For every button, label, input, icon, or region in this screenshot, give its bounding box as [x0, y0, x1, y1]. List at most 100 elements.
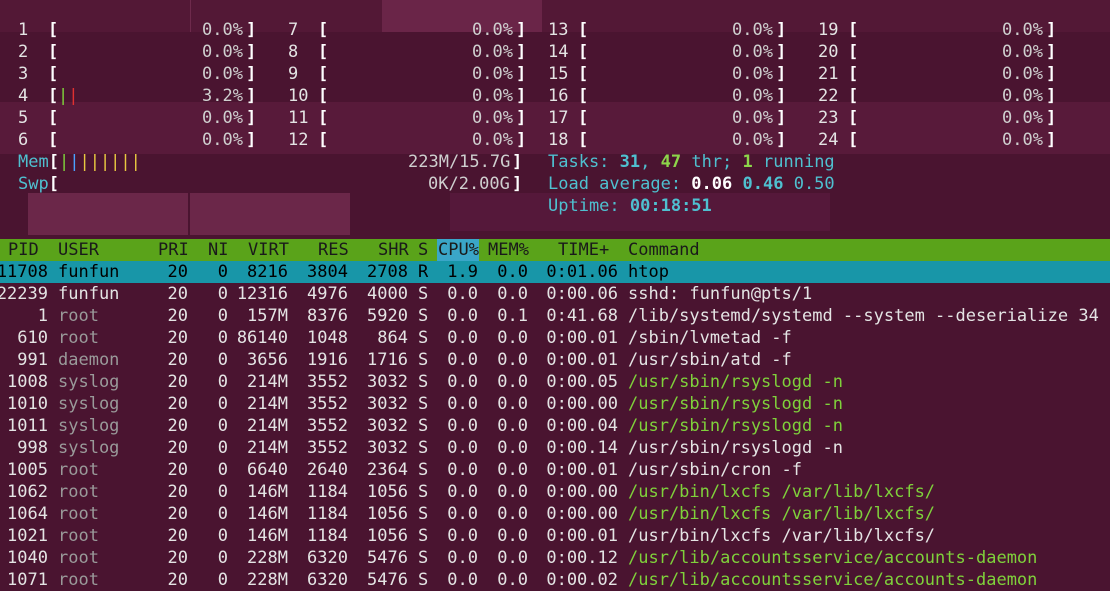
process-s: S [418, 394, 429, 414]
process-time: 0:00.06 [546, 284, 618, 304]
process-res: 3552 [307, 438, 348, 458]
cpu-percent: 0.0% [202, 64, 243, 84]
process-shr: 2364 [367, 460, 408, 480]
process-ni: 0 [217, 306, 228, 326]
cpu-bracket-open: [ [848, 20, 859, 40]
cpu-percent: 0.0% [732, 64, 773, 84]
process-pri: 20 [167, 328, 188, 348]
process-row[interactable]: 1062 root 20 0 146M 1184 1056 S 0.0 0.0 0:00.00/us… [0, 481, 1110, 503]
process-shr: 2708 [367, 262, 408, 282]
process-pri: 20 [167, 570, 188, 590]
process-pid: 1008 [7, 372, 48, 392]
cpu-bracket-open: [ [578, 42, 589, 62]
process-s: S [418, 306, 429, 326]
col-virt[interactable]: VIRT [248, 239, 289, 261]
process-row[interactable]: 11708 funfun 20 0 8216 3804 2708 R 1.9 0.0 0:01.06… [0, 261, 1110, 283]
col-ni[interactable]: NI [208, 239, 228, 261]
col-command[interactable]: Command [628, 239, 700, 261]
cpu-bracket-open: [ [578, 130, 589, 150]
process-shr: 5920 [367, 306, 408, 326]
col-pri[interactable]: PRI [158, 239, 189, 261]
process-row[interactable]: 1011 syslog 20 0 214M 3552 3032 S 0.0 0.0 0:00.04 /… [0, 415, 1110, 437]
cpu-bracket-close: ] [516, 42, 527, 62]
process-cpu: 0.0 [447, 328, 478, 348]
process-time: 0:01.06 [546, 262, 618, 282]
cpu-bracket-open: [ [848, 86, 859, 106]
col-time[interactable]: TIME+ [558, 239, 609, 261]
col-res[interactable]: RES [318, 239, 349, 261]
process-mem: 0.0 [497, 460, 528, 480]
process-cmd: /usr/lib/accountsservice/accounts-daemon [628, 570, 1038, 590]
process-user: funfun [58, 284, 120, 304]
process-pri: 20 [167, 482, 188, 502]
process-ni: 0 [217, 482, 228, 502]
process-ni: 0 [217, 372, 228, 392]
process-user: root [58, 460, 99, 480]
process-s: S [418, 416, 429, 436]
process-cmd: /usr/sbin/rsyslogd -n [628, 438, 843, 458]
process-row[interactable]: 1040 root 20 0 228M 6320 5476 S 0.0 0.0 0:00.12/us… [0, 547, 1110, 569]
col-mem[interactable]: MEM% [488, 239, 529, 261]
process-time: 0:00.04 [546, 416, 618, 436]
cpu-bracket-open: [ [318, 64, 329, 84]
process-pid: 1040 [7, 548, 48, 568]
process-row[interactable]: 1 root 20 0 157M 8376 5920 S 0.0 0.1 0:41.68/lib/s… [0, 305, 1110, 327]
process-mem: 0.0 [497, 482, 528, 502]
process-row[interactable]: 1021 root 20 0 146M 1184 1056 S 0.0 0.0 0:00.01/us… [0, 525, 1110, 547]
cpu-bracket-open: [ [318, 108, 329, 128]
terminal[interactable]: 1[0.0%] 2[0.0%] 3[0.0%] 4[|| 3.2%] 5[0.0%] 6[0… [0, 0, 1110, 591]
process-ni: 0 [217, 416, 228, 436]
process-shr: 5476 [367, 548, 408, 568]
cpu-bracket-open: [ [578, 86, 589, 106]
process-pri: 20 [167, 394, 188, 414]
process-mem: 0.0 [497, 394, 528, 414]
process-s: S [418, 526, 429, 546]
process-time: 0:41.68 [546, 306, 618, 326]
load-line: Load average: 0.06 0.46 0.50 [548, 174, 835, 194]
process-virt: 146M [247, 482, 288, 502]
process-user: root [58, 504, 99, 524]
process-virt: 228M [247, 548, 288, 568]
mem-meter: Mem[|||||||| [18, 152, 141, 172]
process-s: S [418, 482, 429, 502]
cpu-bracket-open: [ [578, 64, 589, 84]
col-pid[interactable]: PID [8, 239, 39, 261]
process-time: 0:00.01 [546, 526, 618, 546]
cpu-bracket-open: [ [318, 20, 329, 40]
process-res: 1048 [307, 328, 348, 348]
process-time: 0:00.01 [546, 350, 618, 370]
process-row[interactable]: 991 daemon 20 0 3656 1916 1716 S 0.0 0.0 0:00.01/u… [0, 349, 1110, 371]
process-pid: 998 [17, 438, 48, 458]
process-s: S [418, 284, 429, 304]
process-cpu: 0.0 [447, 372, 478, 392]
cpu-bar: || [58, 86, 79, 106]
process-row[interactable]: 1071 root 20 0 228M 6320 5476 S 0.0 0.0 0:00.02/us… [0, 569, 1110, 591]
cpu-percent: 0.0% [1002, 130, 1043, 150]
process-pid: 1011 [7, 416, 48, 436]
process-pri: 20 [167, 372, 188, 392]
col-cpu[interactable]: CPU% [438, 239, 479, 261]
col-shr[interactable]: SHR [378, 239, 409, 261]
process-time: 0:00.00 [546, 394, 618, 414]
col-user[interactable]: USER [58, 239, 99, 261]
process-row[interactable]: 1010 syslog 20 0 214M 3552 3032 S 0.0 0.0 0:00.00 /… [0, 393, 1110, 415]
process-row[interactable]: 1005 root 20 0 6640 2640 2364 S 0.0 0.0 0:00.01/us… [0, 459, 1110, 481]
process-row[interactable]: 610 root 20 0 86140 1048 864 S 0.0 0.0 0:00.01/sbi… [0, 327, 1110, 349]
process-row[interactable]: 1008 syslog 20 0 214M 3552 3032 S 0.0 0.0 0:00.05 /… [0, 371, 1110, 393]
process-user: syslog [58, 438, 120, 458]
process-virt: 8216 [247, 262, 288, 282]
process-user: root [58, 526, 99, 546]
process-res: 2640 [307, 460, 348, 480]
process-row[interactable]: 998 syslog 20 0 214M 3552 3032 S 0.0 0.0 0:00.14/u… [0, 437, 1110, 459]
cpu-number: 15 [548, 64, 569, 84]
cpu-bracket-close: ] [1046, 64, 1057, 84]
cpu-bracket-close: ] [776, 130, 787, 150]
process-row[interactable]: 22239 funfun 20 0 12316 4976 4000 S 0.0 0.0 0:00.0… [0, 283, 1110, 305]
uptime-line: Uptime: 00:18:51 [548, 196, 712, 216]
col-s[interactable]: S [418, 239, 428, 261]
process-row[interactable]: 1064 root 20 0 146M 1184 1056 S 0.0 0.0 0:00.00/us… [0, 503, 1110, 525]
process-pri: 20 [167, 306, 188, 326]
cpu-percent: 0.0% [732, 130, 773, 150]
cpu-percent: 0.0% [1002, 108, 1043, 128]
cpu-number: 19 [818, 20, 839, 40]
